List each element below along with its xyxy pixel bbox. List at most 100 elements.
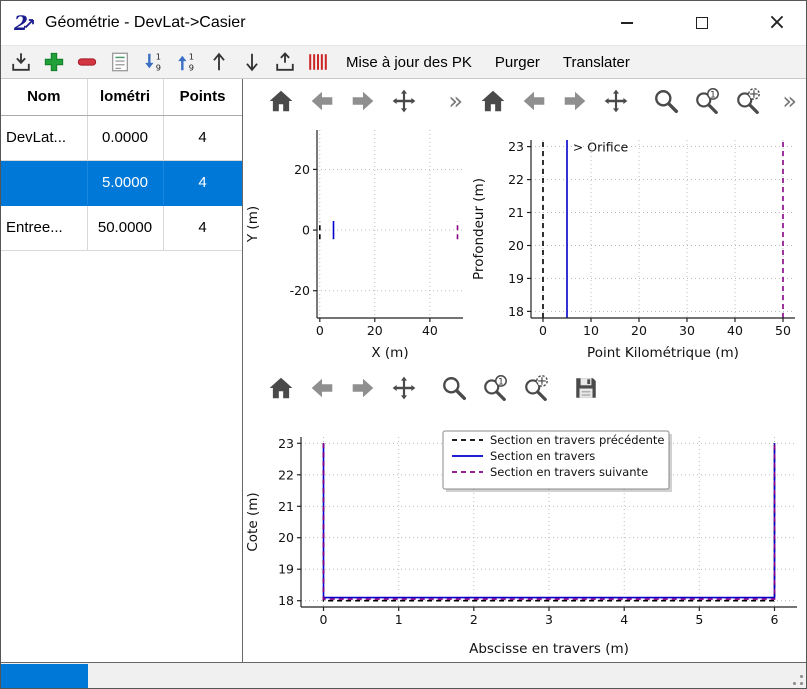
profile-view-chart[interactable]: 01020304050181920212223Point Kilométriqu… (469, 123, 806, 366)
add-section-button[interactable] (39, 48, 69, 76)
svg-text:2: 2 (470, 612, 478, 627)
arrow-up-icon (208, 51, 230, 73)
close-button[interactable]: × (754, 1, 800, 45)
zoom-rect-icon (735, 88, 761, 114)
home-button[interactable] (267, 87, 295, 115)
cell-nom[interactable]: Entree... (1, 205, 87, 250)
pan-icon (391, 88, 417, 114)
cell-pk[interactable]: 50.0000 (87, 205, 163, 250)
back-button[interactable] (520, 87, 548, 115)
column-header-nom[interactable]: Nom (1, 79, 87, 115)
zoom-button[interactable] (440, 374, 468, 402)
window-title: Géométrie - DevLat->Casier (45, 14, 246, 32)
svg-text:18: 18 (508, 304, 524, 319)
move-down-button[interactable] (237, 48, 267, 76)
purger-button[interactable]: Purger (485, 50, 550, 75)
translater-button[interactable]: Translater (553, 50, 640, 75)
back-icon (309, 375, 335, 401)
svg-text:0: 0 (302, 223, 310, 238)
export-icon (274, 51, 296, 73)
svg-text:Profondeur (m): Profondeur (m) (471, 178, 487, 280)
zoom-icon (441, 375, 467, 401)
home-button[interactable] (479, 87, 507, 115)
cell-pk[interactable]: 0.0000 (87, 115, 163, 160)
bottom-strip (1, 662, 806, 688)
zoom-original-button[interactable] (693, 87, 721, 115)
table-row-entree[interactable]: Entree... 50.0000 4 (1, 205, 242, 250)
svg-text:0: 0 (539, 323, 547, 338)
sort-descending-button[interactable] (138, 48, 168, 76)
arrow-down-icon (241, 51, 263, 73)
toolbar-extension-button[interactable]: » (780, 89, 799, 113)
svg-text:20: 20 (294, 162, 310, 177)
cell-pk[interactable]: 5.0000 (87, 160, 163, 205)
svg-text:X (m): X (m) (371, 345, 408, 361)
forward-button[interactable] (349, 87, 377, 115)
forward-button[interactable] (561, 87, 589, 115)
resize-grip[interactable] (789, 671, 804, 686)
export-button[interactable] (270, 48, 300, 76)
column-header-points[interactable]: Points (163, 79, 242, 115)
profile-view-panel: » 01020304050181920212223Point Kilométri… (469, 79, 806, 366)
home-icon (268, 88, 294, 114)
cell-nom[interactable] (1, 160, 87, 205)
sort-ascending-button[interactable] (171, 48, 201, 76)
svg-text:21: 21 (508, 205, 524, 220)
maximize-icon (696, 17, 708, 29)
svg-text:20: 20 (508, 238, 524, 253)
remove-section-button[interactable] (72, 48, 102, 76)
sort-descending-icon (142, 51, 164, 73)
remove-icon (76, 51, 98, 73)
svg-text:Point Kilométrique (m): Point Kilométrique (m) (587, 345, 739, 361)
maximize-button[interactable] (679, 1, 725, 45)
back-button[interactable] (308, 87, 336, 115)
column-header-pk[interactable]: lométri (87, 79, 163, 115)
cell-nom[interactable]: DevLat... (1, 115, 87, 160)
table-row-selected[interactable]: 5.0000 4 (1, 160, 242, 205)
svg-text:19: 19 (278, 562, 294, 577)
cell-points[interactable]: 4 (163, 205, 242, 250)
zoom-rect-button[interactable] (522, 374, 550, 402)
move-up-button[interactable] (204, 48, 234, 76)
svg-text:40: 40 (422, 323, 438, 338)
svg-text:22: 22 (508, 172, 524, 187)
pan-button[interactable] (390, 374, 418, 402)
zoom-original-icon (694, 88, 720, 114)
update-pk-button[interactable]: Mise à jour des PK (336, 50, 482, 75)
zoom-icon (653, 88, 679, 114)
svg-text:Abscisse en travers (m): Abscisse en travers (m) (469, 641, 629, 657)
profile-toolbar: » (469, 79, 806, 123)
table-row-devlat[interactable]: DevLat... 0.0000 4 (1, 115, 242, 160)
pk-marks-button[interactable] (303, 48, 333, 76)
svg-text:Section en travers précédente: Section en travers précédente (490, 433, 664, 447)
home-icon (480, 88, 506, 114)
import-button[interactable] (6, 48, 36, 76)
zoom-button[interactable] (652, 87, 680, 115)
pan-button[interactable] (602, 87, 630, 115)
cell-points[interactable]: 4 (163, 115, 242, 160)
save-icon (573, 375, 599, 401)
pan-button[interactable] (390, 87, 418, 115)
sections-table: Nom lométri Points DevLat... 0.0000 4 5.… (1, 79, 243, 251)
plan-view-chart[interactable]: 02040-20020X (m)Y (m) (243, 123, 469, 366)
save-figure-button[interactable] (572, 374, 600, 402)
zoom-rect-button[interactable] (734, 87, 762, 115)
svg-text:0: 0 (316, 323, 324, 338)
cross-section-chart[interactable]: 0123456181920212223Abscisse en travers (… (243, 410, 806, 667)
home-button[interactable] (267, 374, 295, 402)
minimize-button[interactable] (604, 1, 650, 45)
svg-text:30: 30 (679, 323, 695, 338)
edit-form-button[interactable] (105, 48, 135, 76)
back-icon (521, 88, 547, 114)
svg-text:3: 3 (545, 612, 553, 627)
cell-points[interactable]: 4 (163, 160, 242, 205)
forward-button[interactable] (349, 374, 377, 402)
minimize-icon (621, 22, 633, 24)
titlebar[interactable]: 2 Géométrie - DevLat->Casier × (1, 1, 806, 45)
toolbar-extension-button[interactable]: » (446, 89, 465, 113)
svg-text:Y (m): Y (m) (245, 206, 261, 243)
profil-plot-canvas: 01020304050181920212223Point Kilométriqu… (469, 123, 806, 366)
zoom-original-button[interactable] (481, 374, 509, 402)
back-button[interactable] (308, 374, 336, 402)
svg-text:22: 22 (278, 467, 294, 482)
